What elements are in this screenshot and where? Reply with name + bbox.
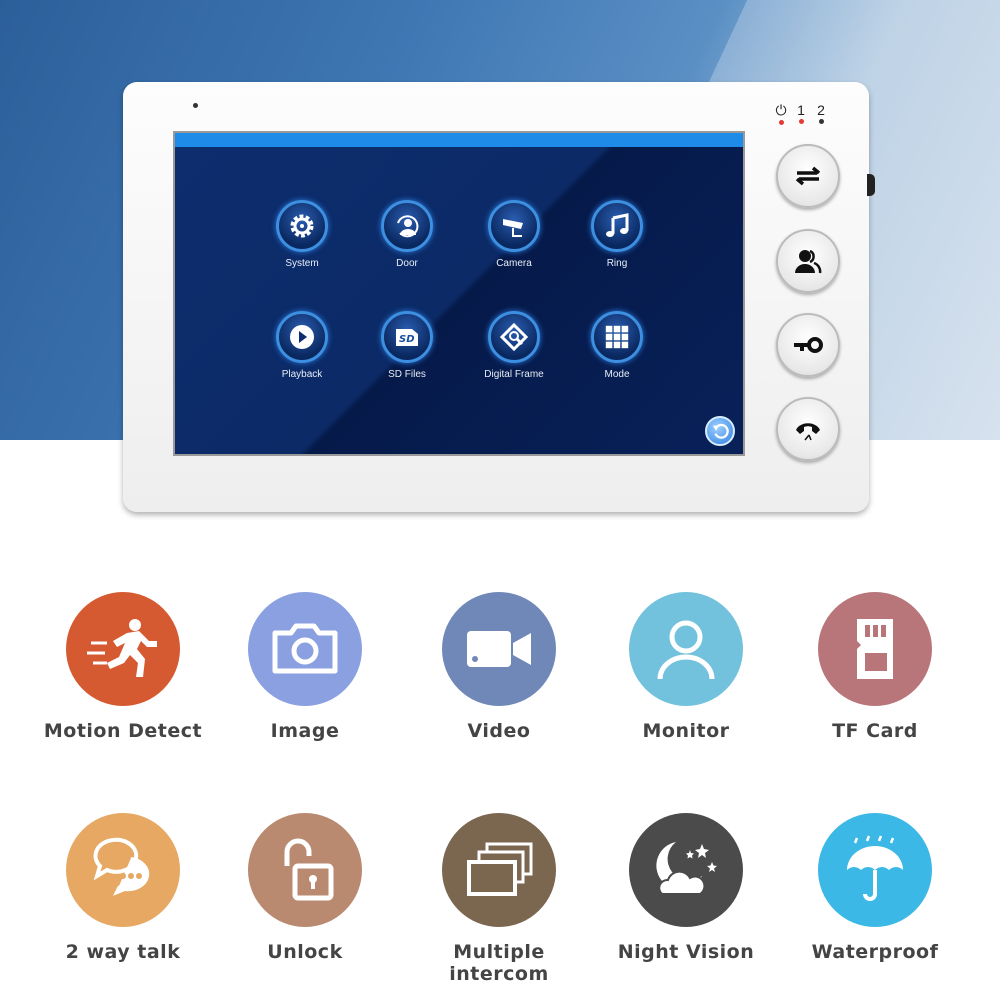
running-man-icon [66, 592, 180, 706]
switch-arrows-icon [793, 164, 823, 188]
app-label: SD Files [388, 369, 426, 380]
stacked-screens-icon [442, 813, 556, 927]
indicator-1: 1 [795, 102, 807, 125]
app-door[interactable]: Door [357, 200, 457, 269]
hardware-button-monitor-users[interactable] [776, 229, 840, 293]
camera-icon [248, 592, 362, 706]
app-label: Ring [606, 258, 628, 269]
open-padlock-icon [248, 813, 362, 927]
feature-label: Waterproof [811, 941, 939, 963]
monitor-users-icon [793, 247, 823, 275]
back-icon [712, 423, 729, 439]
app-mode[interactable]: Mode [567, 311, 667, 380]
svg-text:SD: SD [399, 334, 415, 345]
back-button[interactable] [705, 416, 735, 446]
video-camera-icon [442, 592, 556, 706]
app-label: Playback [281, 369, 323, 380]
hardware-button-switch-arrows[interactable] [776, 144, 840, 208]
feature-label: 2 way talk [65, 941, 181, 963]
feature-waterproof: Waterproof [780, 813, 970, 963]
unlock-key-icon [792, 335, 824, 355]
cctv-camera-icon [488, 200, 540, 252]
feature-label: Night Vision [617, 941, 755, 963]
umbrella-rain-icon [818, 813, 932, 927]
led-dot [818, 119, 824, 124]
app-label: Mode [604, 369, 630, 380]
feature-label: Image [270, 720, 340, 742]
feature-motion-detect: Motion Detect [28, 592, 218, 742]
feature-monitor: Monitor [591, 592, 781, 742]
sd-card-icon: SD [381, 311, 433, 363]
app-digital-frame[interactable]: Digital Frame [464, 311, 564, 380]
door-user-icon [381, 200, 433, 252]
grid-icon [591, 311, 643, 363]
indicator-leds: ⏻ 1 2 [775, 102, 827, 125]
app-label: Camera [496, 258, 532, 269]
feature-tf-card: TF Card [780, 592, 970, 742]
chat-bubbles-icon [66, 813, 180, 927]
feature-label: Monitor [642, 720, 730, 742]
app-label: System [285, 258, 319, 269]
feature-unlock: Unlock [210, 813, 400, 963]
led-dot [778, 120, 784, 125]
person-icon [629, 592, 743, 706]
feature-label: Motion Detect [43, 720, 203, 742]
app-system[interactable]: System [252, 200, 352, 269]
hardware-button-hang-up-phone[interactable] [776, 397, 840, 461]
feature-multiple-intercom: Multiple intercom [404, 813, 594, 985]
feature-label: TF Card [832, 720, 918, 742]
touch-screen: System Door Camera Ring Playback SD SD Files Di… [173, 131, 745, 456]
app-camera[interactable]: Camera [464, 200, 564, 269]
camera-lens [193, 103, 198, 108]
hardware-button-unlock-key[interactable] [776, 313, 840, 377]
indicator-2: 2 [815, 102, 827, 125]
feature-video: Video [404, 592, 594, 742]
app-label: Door [396, 258, 418, 269]
feature-label: Video [467, 720, 531, 742]
feature-image: Image [210, 592, 400, 742]
tf-card-icon [818, 592, 932, 706]
play-icon [276, 311, 328, 363]
hang-up-phone-icon [793, 416, 823, 442]
music-note-icon [591, 200, 643, 252]
feature-night-vision: Night Vision [591, 813, 781, 963]
app-playback[interactable]: Playback [252, 311, 352, 380]
led-dot [798, 119, 804, 124]
gear-icon [276, 200, 328, 252]
feature-label: Multiple intercom [449, 941, 549, 985]
app-sd-files[interactable]: SD SD Files [357, 311, 457, 380]
app-ring[interactable]: Ring [567, 200, 667, 269]
feature-2-way-talk: 2 way talk [28, 813, 218, 963]
app-label: Digital Frame [484, 369, 544, 380]
status-bar [175, 133, 743, 147]
intercom-monitor: System Door Camera Ring Playback SD SD Files Di… [123, 82, 875, 512]
picture-search-icon [488, 311, 540, 363]
feature-label: Unlock [267, 941, 343, 963]
side-knob [867, 174, 875, 196]
moon-stars-icon [629, 813, 743, 927]
indicator-0: ⏻ [775, 102, 787, 125]
